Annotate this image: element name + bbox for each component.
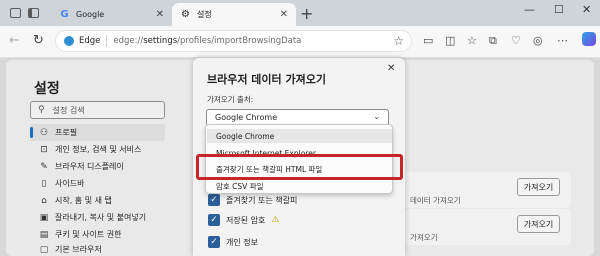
sidebar-item-label: 시작, 홈 및 새 탭	[55, 196, 112, 205]
person-icon: ⚇	[39, 127, 49, 138]
dropdown-option-chrome[interactable]: Google Chrome	[207, 129, 392, 143]
checkbox-checked[interactable]: ✓	[208, 214, 220, 226]
sidebar-item-label: 잘라내기, 복사 및 붙여넣기	[55, 213, 147, 222]
sidebar-item-start-home[interactable]: ⌂ 시작, 홈 및 새 탭	[30, 192, 165, 209]
clipboard-icon: ▣	[39, 212, 49, 223]
checkbox-saved-passwords[interactable]: ✓ 저장된 암호 ⚠	[208, 213, 279, 227]
gear-icon: ⚙	[181, 9, 190, 20]
edge-label: Edge	[79, 36, 101, 46]
lock-icon: ⊡	[40, 144, 48, 155]
sidebar-item-clipboard[interactable]: ▣ 잘라내기, 복사 및 붙여넣기	[30, 209, 165, 226]
warning-icon: ⚠	[271, 215, 280, 225]
vertical-tabs-icon[interactable]	[28, 8, 39, 18]
more-menu-icon[interactable]: ⋯	[557, 34, 568, 47]
sidebar-item-appearance[interactable]: ✎ 브라우저 디스플레이	[30, 158, 165, 175]
checkbox-checked[interactable]: ✓	[208, 236, 220, 248]
tab-google[interactable]: G Google ✕	[51, 3, 172, 26]
sidebar-item-label: 쿠키 및 사이트 권한	[55, 230, 122, 239]
edge-icon	[64, 36, 74, 46]
tab-label: 설정	[197, 10, 212, 19]
google-icon: G	[60, 9, 69, 20]
back-button[interactable]: ←	[9, 33, 20, 48]
sidebar-item-profile[interactable]: ⚇ 프로필	[30, 124, 165, 141]
close-window-button[interactable]: ✕	[582, 3, 591, 16]
minimize-button[interactable]: —	[524, 3, 535, 16]
sidebar-item-label: 기본 브라우저	[55, 245, 102, 254]
refresh-button[interactable]: ↻	[33, 33, 44, 48]
search-placeholder: 설정 검색	[52, 105, 85, 115]
import-card-text: 가져오기	[410, 233, 438, 242]
import-button[interactable]: 가져오기	[517, 178, 560, 196]
address-bar[interactable]: Edge edge:// settings /profiles/importBr…	[55, 30, 412, 52]
checkbox-favorites[interactable]: ✓ 즐겨찾기 또는 책갈피	[208, 193, 297, 207]
brush-icon: ✎	[40, 161, 48, 172]
browser-icon: ▢	[39, 244, 49, 255]
sidebar-icon: ▯	[41, 178, 47, 189]
close-tab-icon[interactable]: ✕	[280, 9, 288, 20]
select-value: Google Chrome	[215, 113, 278, 122]
url-prefix: edge://	[113, 36, 144, 46]
profile-icon[interactable]: ◎	[533, 34, 543, 47]
close-tab-icon[interactable]: ✕	[156, 9, 164, 20]
sidebar-item-label: 개인 정보, 검색 및 서비스	[55, 145, 142, 154]
dropdown-option-csv[interactable]: 암호 CSV 파일	[207, 179, 392, 193]
checkbox-personal-info[interactable]: ✓ 개인 정보	[208, 235, 258, 249]
dialog-title: 브라우저 데이터 가져오기	[207, 73, 326, 86]
tab-strip: G Google ✕ ⚙ 설정 ✕ + — ☐ ✕	[0, 0, 600, 26]
collections-icon[interactable]: ⧉	[489, 34, 497, 48]
checkbox-checked[interactable]: ✓	[208, 194, 220, 206]
import-card-text: 데이터 가져오기	[410, 196, 461, 205]
sidebar-item-default-browser[interactable]: ▢ 기본 브라우저	[30, 241, 165, 256]
browser-toolbar: ← ↻ Edge edge:// settings /profiles/impo…	[0, 26, 600, 58]
copilot-icon[interactable]	[582, 32, 596, 46]
checkbox-label: 저장된 암호	[226, 215, 266, 225]
sidebar-item-label: 사이드바	[55, 179, 85, 188]
settings-search-input[interactable]: ⚲ 설정 검색	[30, 101, 165, 119]
sidebar-item-label: 프로필	[55, 128, 78, 137]
tab-label: Google	[76, 10, 105, 19]
maximize-button[interactable]: ☐	[554, 3, 564, 16]
chevron-down-icon: ⌄	[373, 112, 380, 121]
close-icon[interactable]: ✕	[387, 63, 395, 74]
search-icon: ⚲	[38, 105, 45, 115]
divider	[106, 35, 108, 47]
checkbox-label: 개인 정보	[226, 237, 258, 247]
read-aloud-icon[interactable]: ▭	[423, 34, 433, 47]
favorites-icon[interactable]: ☆	[467, 34, 477, 47]
url-main: settings	[143, 36, 178, 46]
cookie-icon: ▤	[39, 229, 49, 240]
home-icon: ⌂	[41, 195, 47, 206]
workspaces-icon[interactable]	[10, 8, 21, 18]
sidebar-item-label: 브라우저 디스플레이	[55, 162, 124, 171]
sidebar-item-privacy[interactable]: ⊡ 개인 정보, 검색 및 서비스	[30, 141, 165, 158]
favorite-star-icon[interactable]: ☆	[393, 34, 404, 48]
sidebar-item-sidebar[interactable]: ▯ 사이드바	[30, 175, 165, 192]
split-screen-icon[interactable]: ◫	[445, 34, 455, 47]
new-tab-button[interactable]: +	[300, 4, 313, 23]
extensions-icon[interactable]: ♡	[511, 34, 521, 47]
import-source-label: 가져오기 출처:	[207, 95, 254, 104]
import-button[interactable]: 가져오기	[517, 215, 560, 233]
tab-settings[interactable]: ⚙ 설정 ✕	[172, 3, 296, 26]
checkbox-label: 즐겨찾기 또는 책갈피	[226, 195, 298, 205]
page-title: 설정	[34, 81, 60, 97]
url-rest: /profiles/importBrowsingData	[177, 36, 302, 46]
highlight-box	[196, 154, 403, 180]
